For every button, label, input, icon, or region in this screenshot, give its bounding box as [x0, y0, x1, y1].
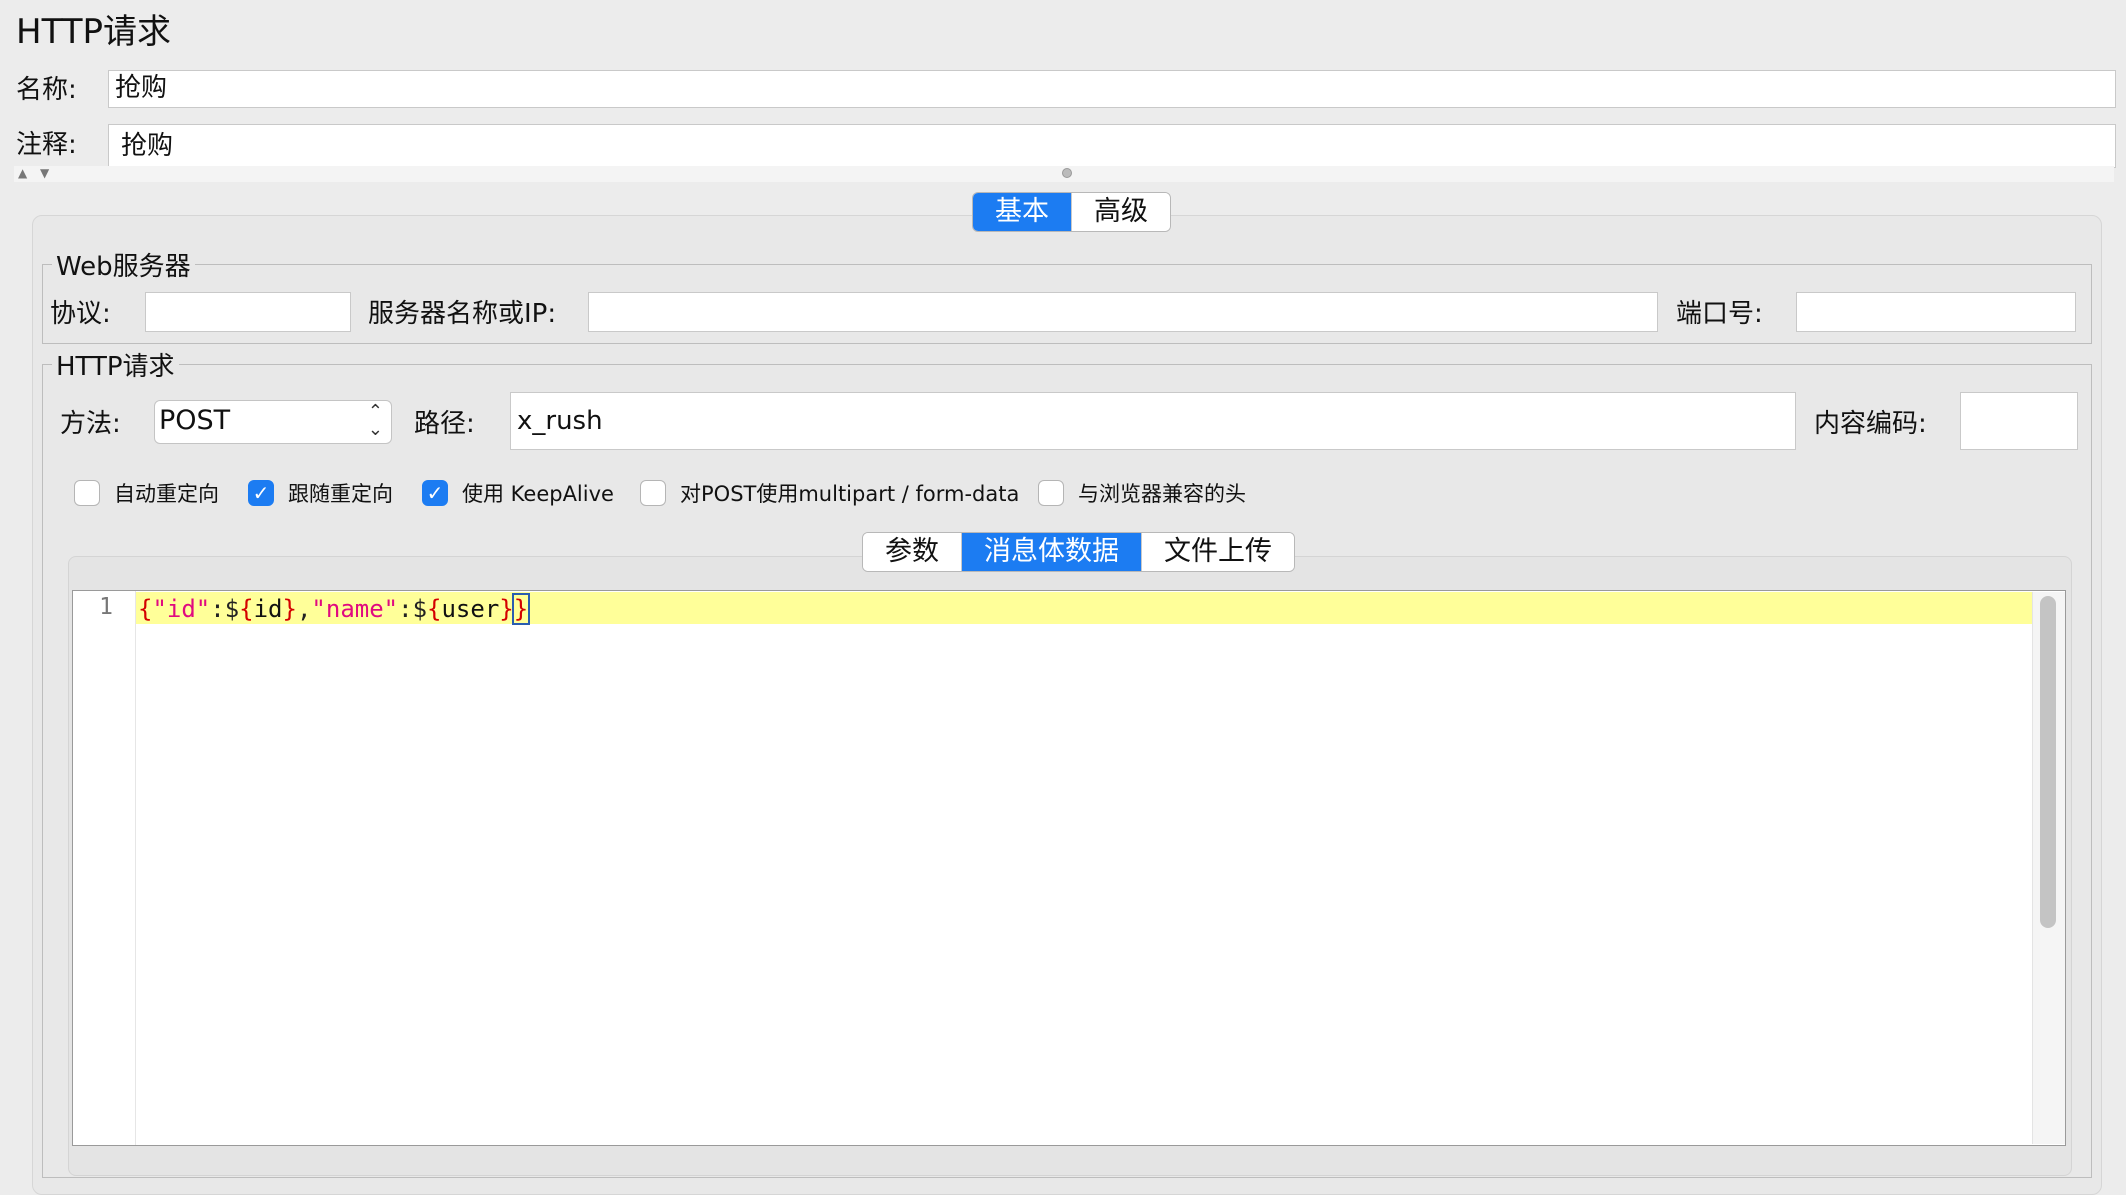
checkbox-box[interactable]: [640, 480, 666, 506]
code-token: "name": [311, 595, 399, 623]
method-select[interactable]: POST ⌃ ⌄: [154, 400, 392, 444]
encoding-label: 内容编码:: [1814, 409, 1927, 439]
tab-parameters[interactable]: 参数: [863, 533, 962, 571]
keepalive-checkbox[interactable]: ✓ 使用 KeepAlive: [422, 478, 614, 508]
comment-label: 注释:: [16, 130, 77, 160]
tab-body-data[interactable]: 消息体数据: [962, 533, 1142, 571]
name-label: 名称:: [16, 75, 77, 105]
protocol-label: 协议:: [50, 299, 111, 329]
code-token: }: [499, 595, 514, 623]
port-field[interactable]: [1796, 292, 2076, 332]
splitter-grip-icon[interactable]: [1062, 168, 1072, 178]
body-editor[interactable]: [72, 590, 2066, 1146]
code-token: {: [138, 595, 153, 623]
server-field[interactable]: [588, 292, 1658, 332]
server-label: 服务器名称或IP:: [368, 299, 557, 329]
cursor-brace: }: [511, 593, 531, 625]
checkmark-icon[interactable]: ✓: [422, 480, 448, 506]
auto-redirect-label: 自动重定向: [114, 482, 219, 506]
tab-basic[interactable]: 基本: [973, 193, 1072, 231]
encoding-field[interactable]: [1960, 392, 2078, 450]
scrollbar-thumb[interactable]: [2040, 596, 2056, 928]
tab-advanced[interactable]: 高级: [1072, 193, 1170, 231]
code-token: :$: [210, 595, 240, 623]
code-token: user: [441, 595, 500, 623]
browser-headers-checkbox[interactable]: 与浏览器兼容的头: [1038, 478, 1246, 508]
method-label: 方法:: [60, 409, 121, 439]
code-token: {: [239, 595, 254, 623]
code-token: "id": [152, 595, 211, 623]
line-number: 1: [99, 594, 113, 620]
code-token: ,: [296, 595, 312, 623]
multipart-checkbox[interactable]: 对POST使用multipart / form-data: [640, 478, 1019, 508]
tab-file-upload[interactable]: 文件上传: [1142, 533, 1294, 571]
path-field[interactable]: x_rush: [510, 392, 1796, 450]
checkbox-box[interactable]: [1038, 480, 1064, 506]
checkbox-box[interactable]: [74, 480, 100, 506]
follow-redirect-label: 跟随重定向: [288, 482, 393, 506]
http-request-group-title: HTTP请求: [52, 352, 179, 382]
multipart-label: 对POST使用multipart / form-data: [680, 482, 1020, 506]
name-field[interactable]: 抢购: [108, 70, 2116, 108]
method-value: POST: [159, 405, 231, 436]
chevron-updown-icon: ⌃ ⌄: [367, 401, 383, 440]
line-gutter: [73, 591, 136, 1145]
auto-redirect-checkbox[interactable]: 自动重定向: [74, 478, 219, 508]
code-token: :$: [398, 595, 428, 623]
code-token: id: [253, 595, 283, 623]
follow-redirect-checkbox[interactable]: ✓ 跟随重定向: [248, 478, 393, 508]
body-tabs: 参数 消息体数据 文件上传: [862, 532, 1295, 572]
browser-headers-label: 与浏览器兼容的头: [1078, 482, 1246, 506]
code-token: {: [427, 595, 442, 623]
collapse-up-icon[interactable]: ▲: [18, 166, 27, 180]
protocol-field[interactable]: [145, 292, 351, 332]
comment-field[interactable]: 抢购: [108, 124, 2116, 168]
checkmark-icon[interactable]: ✓: [248, 480, 274, 506]
collapse-down-icon[interactable]: ▼: [40, 166, 49, 180]
keepalive-label: 使用 KeepAlive: [462, 482, 614, 506]
code-token: }: [282, 595, 297, 623]
port-label: 端口号:: [1676, 299, 1763, 329]
web-server-group-title: Web服务器: [52, 252, 195, 282]
path-label: 路径:: [414, 409, 475, 439]
page-title: HTTP请求: [16, 12, 172, 52]
main-tabs: 基本 高级: [972, 192, 1171, 232]
code-line[interactable]: {"id":${id},"name":${user}}: [138, 593, 531, 625]
